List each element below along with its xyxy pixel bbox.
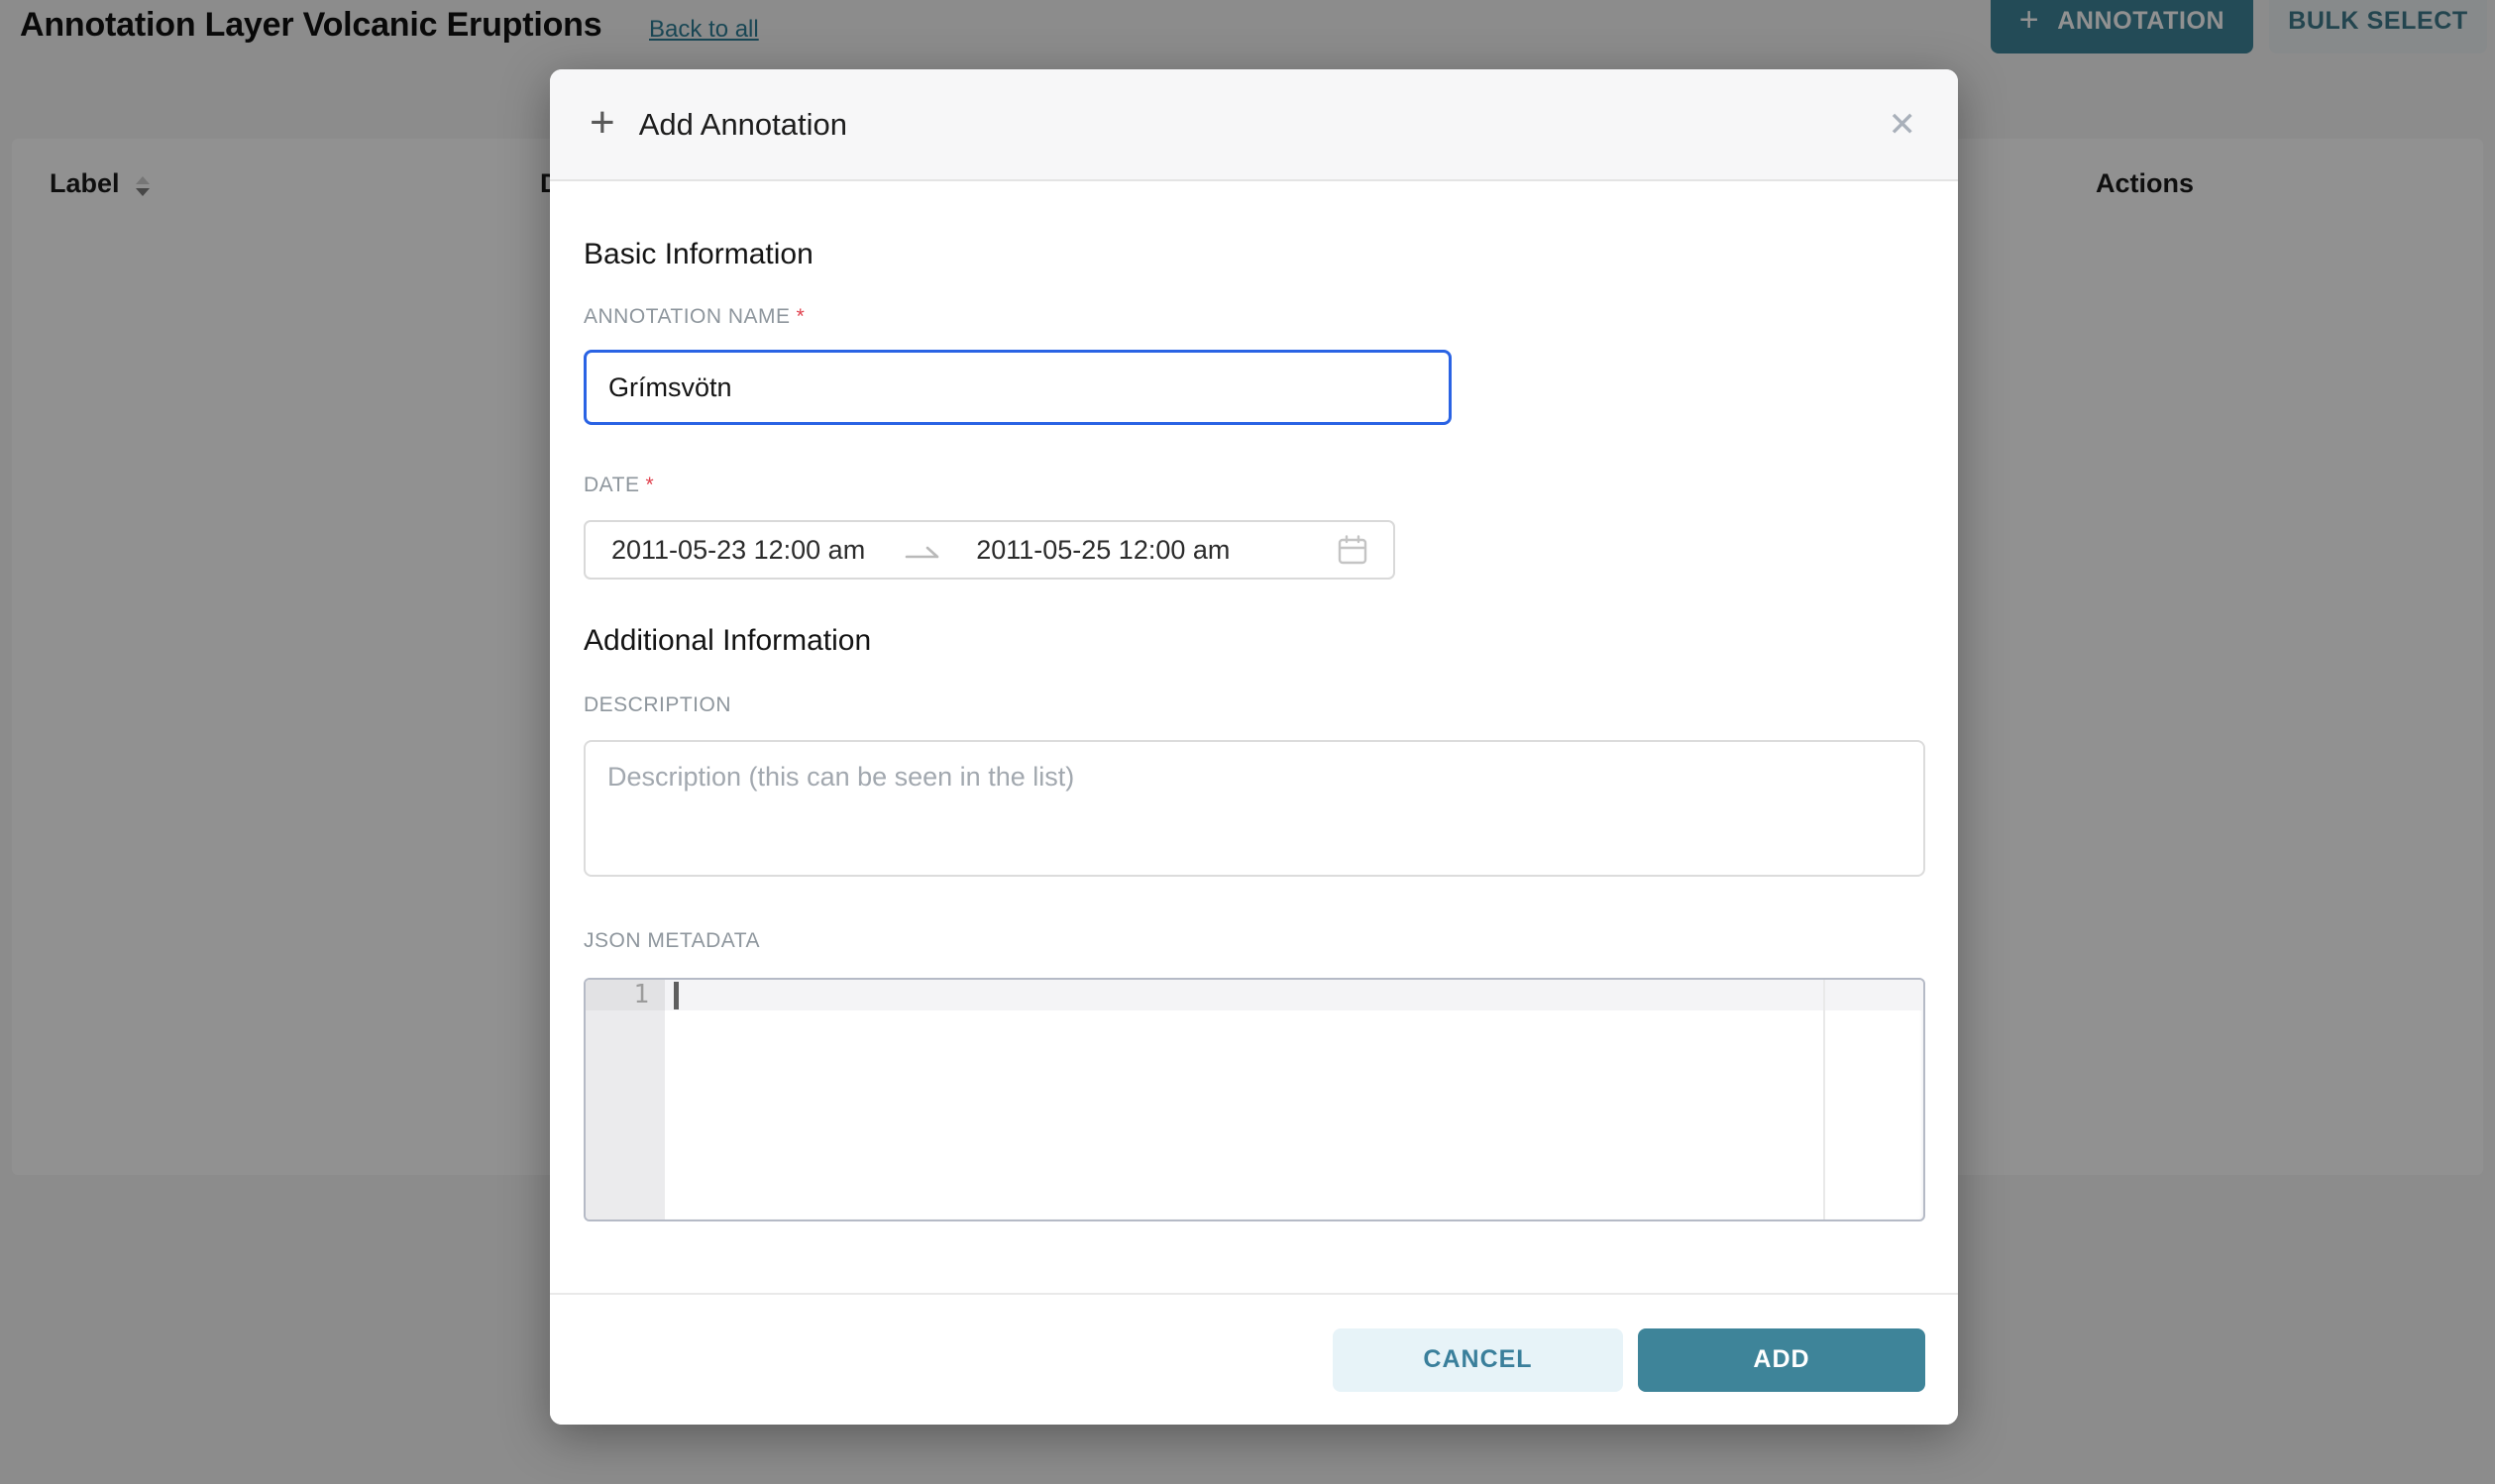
description-label: DESCRIPTION: [584, 692, 1925, 718]
editor-print-margin: [1823, 980, 1825, 1219]
editor-text-cursor: [674, 982, 679, 1009]
section-additional-information: Additional Information: [584, 621, 1925, 661]
editor-active-line: [665, 980, 1923, 1010]
calendar-icon[interactable]: [1336, 533, 1369, 567]
annotation-name-input[interactable]: [584, 350, 1452, 425]
date-end-value[interactable]: 2011-05-25 12:00 am: [976, 535, 1230, 566]
swap-right-arrow-icon: [905, 543, 940, 561]
cancel-button[interactable]: CANCEL: [1333, 1328, 1623, 1392]
close-icon[interactable]: ✕: [1889, 108, 1917, 142]
required-marker: *: [797, 305, 806, 328]
section-basic-information: Basic Information: [584, 235, 1925, 274]
add-annotation-modal: + Add Annotation ✕ Basic Information ANN…: [550, 69, 1958, 1425]
required-marker: *: [645, 474, 654, 496]
json-metadata-editor[interactable]: 1: [584, 978, 1925, 1221]
plus-icon: +: [590, 101, 615, 145]
annotation-name-label: ANNOTATION NAME*: [584, 304, 1925, 330]
date-label: DATE*: [584, 473, 1925, 498]
modal-body: Basic Information ANNOTATION NAME* DATE*…: [550, 235, 1958, 1221]
editor-line-number: 1: [586, 980, 665, 1010]
modal-title: Add Annotation: [639, 107, 847, 143]
description-textarea[interactable]: [584, 740, 1925, 877]
date-start-value[interactable]: 2011-05-23 12:00 am: [611, 535, 865, 566]
modal-footer: CANCEL ADD: [550, 1293, 1958, 1425]
date-range-picker[interactable]: 2011-05-23 12:00 am 2011-05-25 12:00 am: [584, 520, 1395, 580]
json-metadata-label: JSON METADATA: [584, 928, 1925, 954]
editor-gutter: [586, 980, 665, 1219]
add-button[interactable]: ADD: [1638, 1328, 1925, 1392]
modal-header: + Add Annotation ✕: [550, 69, 1958, 181]
